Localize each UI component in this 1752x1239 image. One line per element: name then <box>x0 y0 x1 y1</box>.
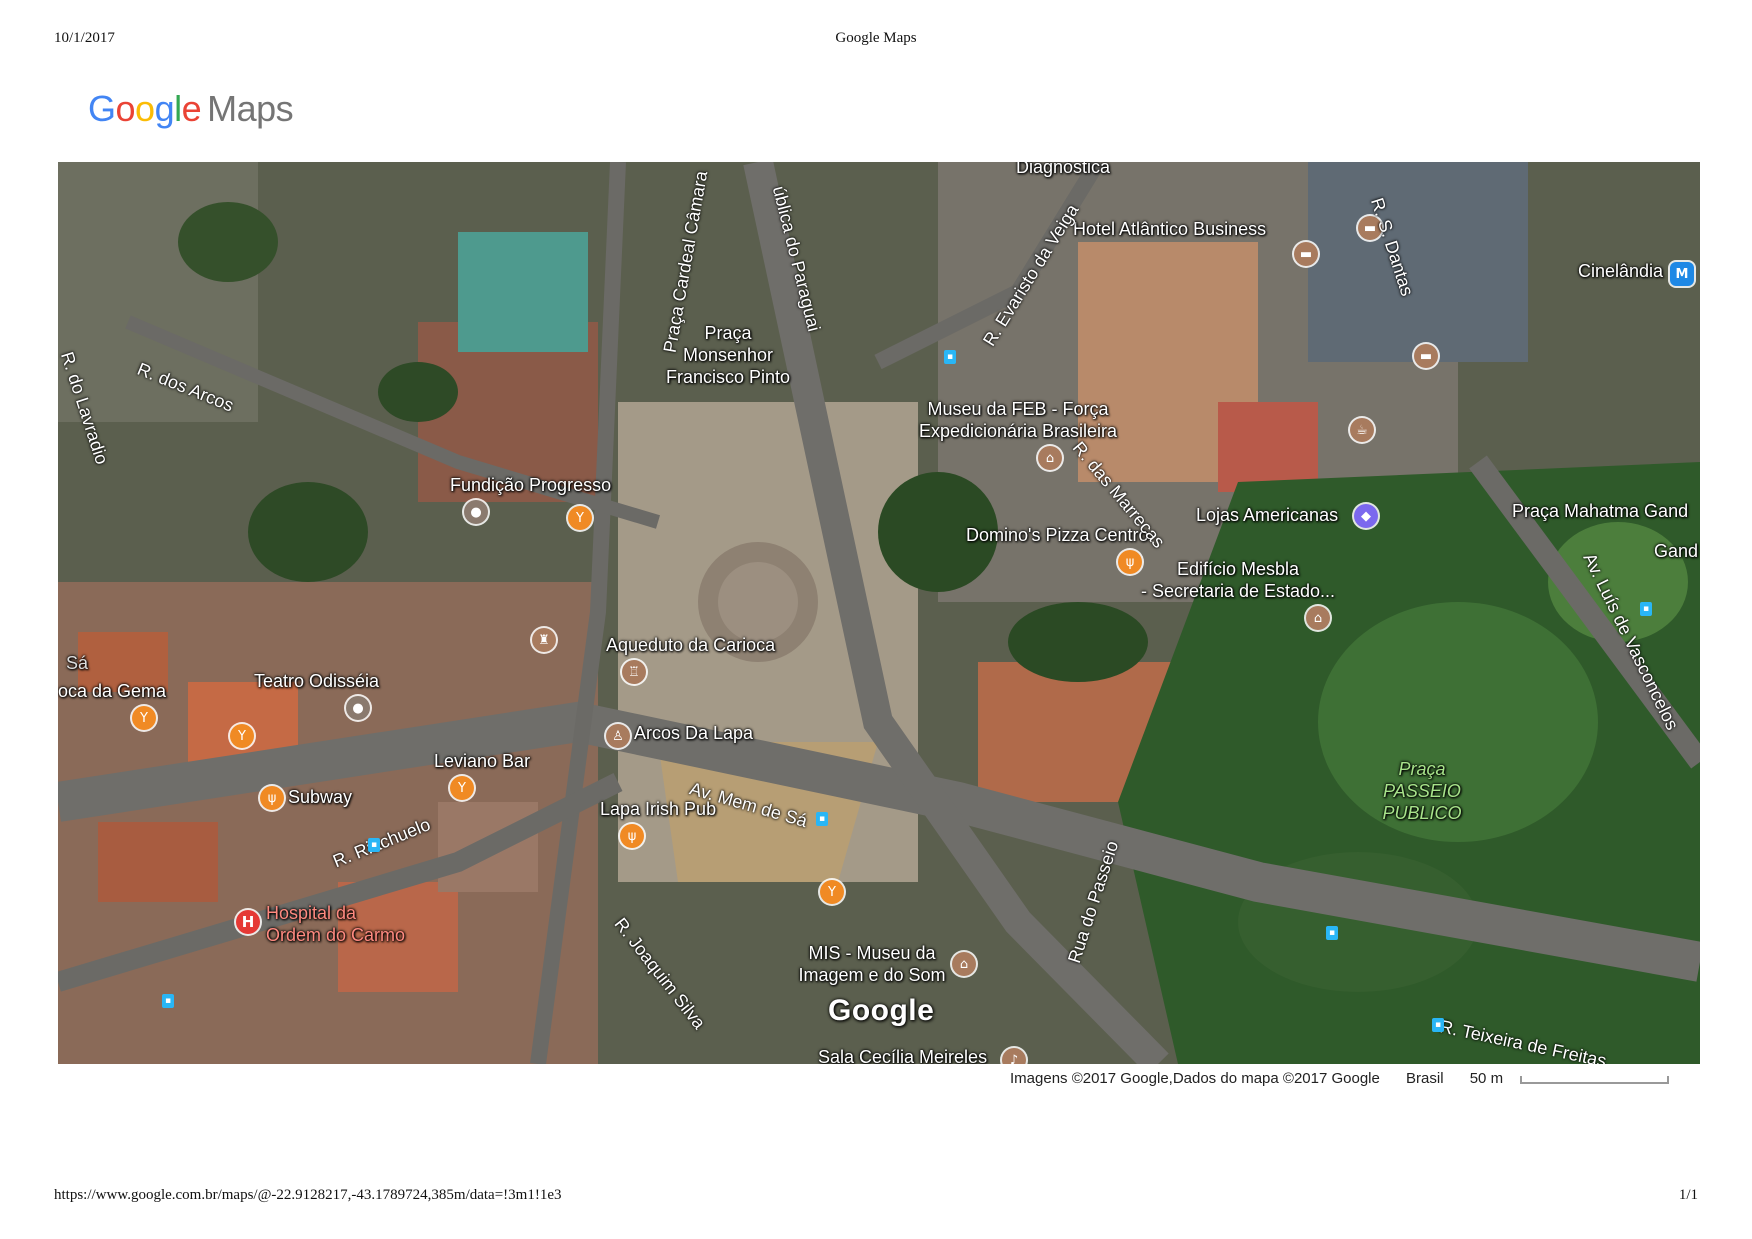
label-cinelandia[interactable]: Cinelândia <box>1578 260 1663 282</box>
label-hotel-atlantico[interactable]: Hotel Atlântico Business <box>1073 218 1266 240</box>
label-aqueduto[interactable]: Aqueduto da Carioca <box>606 634 775 656</box>
satellite-map[interactable]: Diagnóstica Hotel Atlântico Business ▬ ▬… <box>58 162 1700 1064</box>
label-diagnostica[interactable]: Diagnóstica <box>1016 162 1110 178</box>
scale-bar[interactable] <box>1520 1076 1669 1084</box>
bus-stop-icon[interactable]: ▪ <box>162 994 174 1008</box>
museum-icon[interactable]: ⌂ <box>1306 606 1330 630</box>
restaurant-icon[interactable]: ψ <box>260 786 284 810</box>
google-maps-logo[interactable]: Google Maps <box>88 88 294 130</box>
bus-stop-icon[interactable]: ▪ <box>1326 926 1338 940</box>
monument-icon[interactable]: ♙ <box>606 724 630 748</box>
label-praca-mahatma[interactable]: Praça Mahatma Gand <box>1512 500 1688 522</box>
print-footer: https://www.google.com.br/maps/@-22.9128… <box>54 1187 1698 1209</box>
theater-icon[interactable]: ● <box>464 500 488 524</box>
bar-icon[interactable]: Y <box>230 724 254 748</box>
bar-icon[interactable]: Y <box>450 776 474 800</box>
label-hospital[interactable]: Hospital da Ordem do Carmo <box>266 902 405 946</box>
map-attribution: Imagens ©2017 Google,Dados do mapa ©2017… <box>1010 1070 1525 1087</box>
label-arcos-da-lapa[interactable]: Arcos Da Lapa <box>634 722 753 744</box>
museum-icon[interactable]: ⌂ <box>952 952 976 976</box>
shopping-icon[interactable]: ◆ <box>1354 504 1378 528</box>
theater-icon[interactable]: ● <box>346 696 370 720</box>
monument-icon[interactable]: ♜ <box>532 628 556 652</box>
print-header: 10/1/2017 Google Maps <box>54 30 1698 52</box>
label-boca-da-gema[interactable]: oca da Gema <box>58 680 166 702</box>
hotel-icon[interactable]: ▬ <box>1414 344 1438 368</box>
label-dominos[interactable]: Domino's Pizza Centro <box>966 524 1149 546</box>
print-title: Google Maps <box>835 30 917 46</box>
print-page-number: 1/1 <box>1678 1187 1698 1203</box>
label-fundicao-progresso[interactable]: Fundição Progresso <box>450 474 611 496</box>
bus-stop-icon[interactable]: ▪ <box>944 350 956 364</box>
hotel-icon[interactable]: ▬ <box>1294 242 1318 266</box>
label-gand[interactable]: Gand <box>1654 540 1698 562</box>
label-museu-feb[interactable]: Museu da FEB - Força Expedicionária Bras… <box>919 398 1117 442</box>
metro-icon[interactable]: M <box>1670 262 1694 286</box>
label-sala-cecilia[interactable]: Sala Cecília Meireles <box>818 1046 987 1064</box>
print-url: https://www.google.com.br/maps/@-22.9128… <box>54 1187 562 1203</box>
museum-icon[interactable]: ⌂ <box>1038 446 1062 470</box>
restaurant-icon[interactable]: ☕ <box>1350 418 1374 442</box>
country-label[interactable]: Brasil <box>1406 1070 1444 1087</box>
label-mis[interactable]: MIS - Museu da Imagem e do Som <box>798 942 945 986</box>
bar-icon[interactable]: Y <box>132 706 156 730</box>
hospital-icon[interactable]: H <box>236 910 260 934</box>
bus-stop-icon[interactable]: ▪ <box>1640 602 1652 616</box>
bus-stop-icon[interactable]: ▪ <box>816 812 828 826</box>
print-date: 10/1/2017 <box>54 30 115 46</box>
bar-icon[interactable]: Y <box>568 506 592 530</box>
label-edificio-mesbla[interactable]: Edifício Mesbla - Secretaria de Estado..… <box>1141 558 1335 602</box>
bus-stop-icon[interactable]: ▪ <box>1432 1018 1444 1032</box>
label-subway[interactable]: Subway <box>288 786 352 808</box>
restaurant-icon[interactable]: ψ <box>1118 550 1142 574</box>
monument-icon[interactable]: ♖ <box>622 660 646 684</box>
label-teatro-odisseia[interactable]: Teatro Odisséia <box>254 670 379 692</box>
restaurant-icon[interactable]: ψ <box>620 824 644 848</box>
scale-label[interactable]: 50 m <box>1470 1070 1503 1087</box>
bar-icon[interactable]: Y <box>820 880 844 904</box>
imagery-credit[interactable]: Imagens ©2017 Google,Dados do mapa ©2017… <box>1010 1070 1380 1087</box>
label-lojas-americanas[interactable]: Lojas Americanas <box>1196 504 1338 526</box>
label-passeio-publico[interactable]: Praça PASSEIO PUBLICO <box>1382 758 1461 824</box>
label-praca-monsenhor[interactable]: Praça Monsenhor Francisco Pinto <box>666 322 790 388</box>
label-leviano-bar[interactable]: Leviano Bar <box>434 750 530 772</box>
label-sa: Sá <box>66 653 89 673</box>
bus-stop-icon[interactable]: ▪ <box>368 838 380 852</box>
google-watermark: Google <box>828 994 935 1027</box>
